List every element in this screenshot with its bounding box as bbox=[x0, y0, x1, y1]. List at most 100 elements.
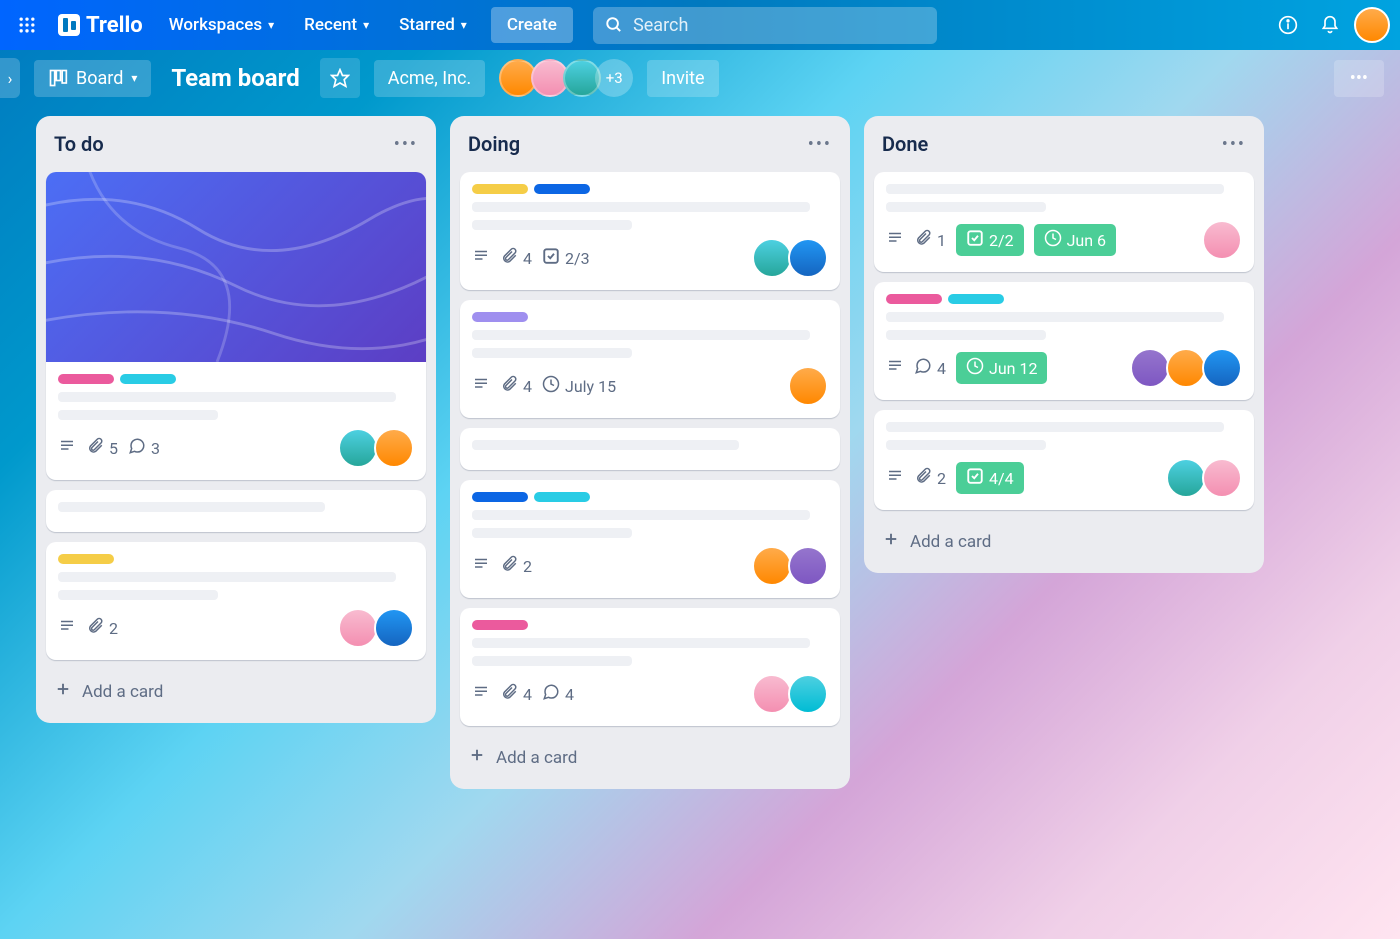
apps-grid-icon bbox=[17, 15, 37, 35]
member-avatar[interactable] bbox=[374, 428, 414, 468]
list-menu-button[interactable]: ••• bbox=[808, 134, 832, 155]
attachment-icon bbox=[86, 437, 104, 459]
list-title[interactable]: Done bbox=[882, 132, 928, 156]
member-avatar[interactable] bbox=[1202, 458, 1242, 498]
user-avatar[interactable] bbox=[1354, 7, 1390, 43]
card-labels bbox=[472, 184, 828, 194]
member-avatar[interactable] bbox=[788, 366, 828, 406]
clock-icon bbox=[1044, 229, 1062, 251]
card[interactable]: 53 bbox=[46, 172, 426, 480]
description-badge bbox=[472, 375, 490, 397]
member-avatar[interactable] bbox=[374, 608, 414, 648]
list-menu-button[interactable]: ••• bbox=[394, 134, 418, 155]
card-label[interactable] bbox=[472, 184, 528, 194]
member-avatar[interactable] bbox=[752, 238, 792, 278]
brand-logo[interactable]: Trello bbox=[50, 9, 151, 42]
card-members bbox=[788, 366, 828, 406]
card[interactable]: 2 bbox=[460, 480, 840, 598]
recent-menu[interactable]: Recent ▾ bbox=[292, 9, 381, 41]
board-members[interactable]: +3 bbox=[499, 59, 633, 97]
list: To do ••• 53 2 Add a card bbox=[36, 116, 436, 723]
bell-icon bbox=[1320, 15, 1340, 35]
board-menu-button[interactable]: ••• bbox=[1334, 60, 1384, 97]
card-badges: 44 bbox=[472, 683, 574, 705]
card-label[interactable] bbox=[886, 294, 942, 304]
add-card-button[interactable]: Add a card bbox=[460, 736, 840, 779]
card-label[interactable] bbox=[58, 374, 114, 384]
member-avatar[interactable] bbox=[1202, 220, 1242, 260]
chevron-down-icon: ▾ bbox=[363, 18, 369, 32]
card-label[interactable] bbox=[948, 294, 1004, 304]
workspaces-label: Workspaces bbox=[169, 15, 262, 35]
workspace-chip[interactable]: Acme, Inc. bbox=[374, 60, 486, 97]
board-title[interactable]: Team board bbox=[165, 64, 305, 92]
search-input[interactable] bbox=[633, 15, 925, 36]
list-title[interactable]: Doing bbox=[468, 132, 520, 156]
card-label[interactable] bbox=[58, 554, 114, 564]
add-card-button[interactable]: Add a card bbox=[874, 520, 1254, 563]
member-avatar[interactable] bbox=[788, 674, 828, 714]
star-board-button[interactable] bbox=[320, 58, 360, 98]
card[interactable]: 2 bbox=[46, 542, 426, 660]
description-icon bbox=[886, 467, 904, 489]
search-box[interactable] bbox=[593, 7, 938, 44]
member-avatar[interactable] bbox=[1202, 348, 1242, 388]
card-label[interactable] bbox=[534, 184, 590, 194]
list-title[interactable]: To do bbox=[54, 132, 104, 156]
card[interactable]: 4 Jun 12 bbox=[874, 282, 1254, 400]
checklist-complete-badge: 2/2 bbox=[956, 224, 1024, 256]
attachment-icon bbox=[500, 375, 518, 397]
comments-count: 4 bbox=[937, 359, 946, 378]
invite-label: Invite bbox=[661, 68, 704, 89]
notifications-button[interactable] bbox=[1312, 7, 1348, 43]
card-label[interactable] bbox=[472, 312, 528, 322]
sidebar-expand-button[interactable]: › bbox=[0, 58, 20, 98]
card-members bbox=[752, 674, 828, 714]
card-label[interactable] bbox=[534, 492, 590, 502]
card-badges: 12/2Jun 6 bbox=[886, 224, 1116, 256]
card[interactable]: 24/4 bbox=[874, 410, 1254, 510]
search-icon bbox=[605, 15, 623, 35]
card-label[interactable] bbox=[472, 492, 528, 502]
member-avatar[interactable] bbox=[788, 546, 828, 586]
attachments-badge: 2 bbox=[914, 467, 946, 489]
comments-badge: 4 bbox=[542, 683, 574, 705]
description-icon bbox=[886, 229, 904, 251]
card[interactable]: 12/2Jun 6 bbox=[874, 172, 1254, 272]
member-avatar[interactable] bbox=[788, 238, 828, 278]
create-button[interactable]: Create bbox=[491, 7, 573, 43]
attachment-icon bbox=[914, 467, 932, 489]
info-button[interactable] bbox=[1270, 7, 1306, 43]
list-menu-button[interactable]: ••• bbox=[1222, 134, 1246, 155]
member-avatar[interactable] bbox=[1166, 348, 1206, 388]
apps-launcher-button[interactable] bbox=[10, 8, 44, 42]
attachments-badge: 4 bbox=[500, 375, 532, 397]
due-text: Jun 12 bbox=[989, 359, 1037, 378]
card[interactable] bbox=[460, 428, 840, 470]
card-label[interactable] bbox=[120, 374, 176, 384]
card[interactable] bbox=[46, 490, 426, 532]
member-avatar[interactable] bbox=[338, 428, 378, 468]
card-label[interactable] bbox=[472, 620, 528, 630]
member-avatar[interactable] bbox=[1130, 348, 1170, 388]
view-switcher[interactable]: Board ▾ bbox=[34, 60, 151, 97]
member-avatar[interactable] bbox=[752, 674, 792, 714]
add-card-button[interactable]: Add a card bbox=[46, 670, 426, 713]
card-badges: 53 bbox=[58, 437, 160, 459]
member-avatar[interactable] bbox=[752, 546, 792, 586]
invite-button[interactable]: Invite bbox=[647, 60, 718, 97]
clock-icon bbox=[966, 357, 984, 379]
card-badges: 4 Jun 12 bbox=[886, 352, 1047, 384]
card-cover-image bbox=[46, 172, 426, 362]
workspaces-menu[interactable]: Workspaces ▾ bbox=[157, 9, 286, 41]
starred-menu[interactable]: Starred ▾ bbox=[387, 9, 479, 41]
card[interactable]: 42/3 bbox=[460, 172, 840, 290]
card[interactable]: 4 July 15 bbox=[460, 300, 840, 418]
card[interactable]: 44 bbox=[460, 608, 840, 726]
attachments-count: 4 bbox=[523, 249, 532, 268]
member-overflow-count[interactable]: +3 bbox=[595, 59, 633, 97]
board-canvas[interactable]: To do ••• 532Add a cardDoing •••42/34Jul… bbox=[0, 106, 1400, 939]
member-avatar[interactable] bbox=[338, 608, 378, 648]
member-avatar[interactable] bbox=[1166, 458, 1206, 498]
due-badge: July 15 bbox=[542, 375, 616, 397]
